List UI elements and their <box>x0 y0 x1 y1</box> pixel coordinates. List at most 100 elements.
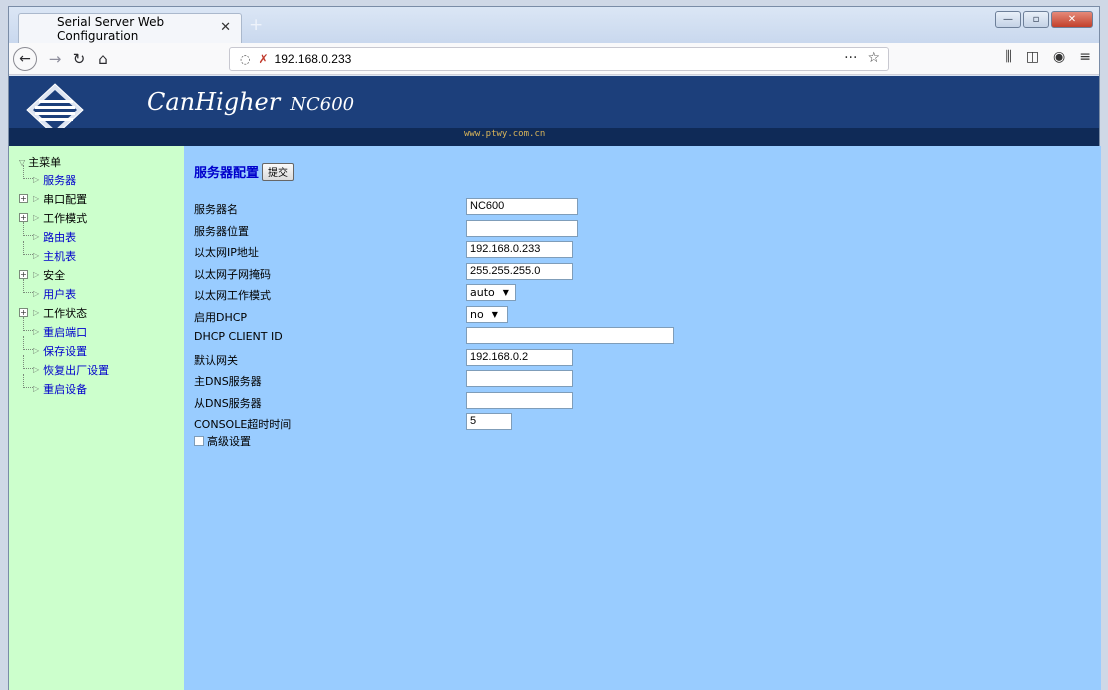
tab-close-icon[interactable]: ✕ <box>220 20 231 35</box>
account-icon[interactable]: ◉ <box>1053 49 1065 65</box>
field-input[interactable]: 192.168.0.233 <box>466 241 573 258</box>
field-label: 服务器位置 <box>194 224 249 238</box>
field-select[interactable]: auto ▼ <box>466 284 516 301</box>
tab-bar: Serial Server Web Configuration ✕ + — ▫ … <box>9 7 1099 43</box>
tree-connector <box>23 374 33 388</box>
shield-icon[interactable]: ◌ <box>240 52 250 66</box>
sidebar-item[interactable]: ▷ 恢复出厂设置 <box>9 355 184 379</box>
dropdown-arrow-icon[interactable]: ▼ <box>503 285 509 300</box>
insecure-lock-icon[interactable]: ✗ <box>258 52 268 66</box>
arrow-icon: ▷ <box>33 308 40 317</box>
arrow-icon: ▷ <box>33 232 40 241</box>
sidebar-item[interactable]: ▷ 服务器 <box>9 165 184 189</box>
arrow-icon: ▷ <box>33 384 40 393</box>
advanced-settings[interactable]: 高级设置 <box>194 433 251 449</box>
minimize-button[interactable]: — <box>995 11 1021 28</box>
arrow-icon: ▷ <box>33 251 40 260</box>
select-value: no <box>470 307 484 321</box>
sidebar-menu: ▽ 主菜单 ▷ 服务器 + ▷ 串口配置 + ▷ 工作模式 ▷ 路由表 ▷ 主机表 + ▷ 安全 ▷ 用户表 + ▷… <box>9 146 184 690</box>
brand-name: CanHigher <box>147 88 281 116</box>
sidebar-item-label[interactable]: 串口配置 <box>43 191 87 207</box>
field-input[interactable] <box>466 370 573 387</box>
sidebar-item-label[interactable]: 服务器 <box>43 172 76 188</box>
sidebar-item-label[interactable]: 路由表 <box>43 229 76 245</box>
url-bar[interactable]: ◌ ✗ 192.168.0.233 ··· ☆ <box>229 47 889 71</box>
field-input[interactable] <box>466 219 578 237</box>
sidebar-item[interactable]: ▷ 路由表 <box>9 222 184 246</box>
field-input[interactable] <box>466 327 674 344</box>
arrow-icon: ▷ <box>33 327 40 336</box>
tab-title: Serial Server Web Configuration <box>57 14 165 43</box>
bookmark-star-icon[interactable]: ☆ <box>867 50 880 66</box>
close-window-button[interactable]: ✕ <box>1051 11 1093 28</box>
heading-row: 服务器配置 提交 <box>194 162 295 181</box>
sidebar-item[interactable]: ▷ 重启端口 <box>9 317 184 341</box>
expand-icon[interactable]: + <box>19 213 28 222</box>
new-tab-button[interactable]: + <box>249 15 263 35</box>
sidebar-item-label[interactable]: 用户表 <box>43 286 76 302</box>
sidebar-item-label[interactable]: 工作状态 <box>43 305 87 321</box>
expand-icon[interactable]: + <box>19 270 28 279</box>
field-label: 服务器名 <box>194 203 238 216</box>
dropdown-arrow-icon[interactable]: ▼ <box>492 307 498 322</box>
arrow-icon: ▷ <box>33 365 40 374</box>
sidebar-item[interactable]: ▷ 保存设置 <box>9 336 184 360</box>
forward-button[interactable]: → <box>45 47 65 71</box>
menu-icon[interactable]: ≡ <box>1079 49 1091 65</box>
field-label: DHCP CLIENT ID <box>194 330 283 343</box>
home-button[interactable]: ⌂ <box>93 47 113 71</box>
arrow-icon: ▷ <box>33 270 40 279</box>
field-input[interactable]: 5 <box>466 413 512 430</box>
arrow-icon: ▷ <box>33 194 40 203</box>
sidebar-item[interactable]: ▷ 主机表 <box>9 241 184 265</box>
sidebar-item[interactable]: + ▷ 串口配置 <box>9 189 184 208</box>
brand-model: NC600 <box>290 94 355 115</box>
sidebar-item-label[interactable]: 安全 <box>43 267 65 283</box>
sidebar-item-label[interactable]: 重启设备 <box>43 381 87 397</box>
back-button[interactable]: ← <box>13 47 37 71</box>
tree-connector <box>23 165 33 179</box>
field-input[interactable]: 192.168.0.2 <box>466 348 573 366</box>
advanced-label: 高级设置 <box>207 435 251 448</box>
sidebar-item-label[interactable]: 重启端口 <box>43 324 87 340</box>
field-label: 以太网IP地址 <box>194 246 259 259</box>
url-text[interactable]: 192.168.0.233 <box>275 52 352 66</box>
submit-button[interactable]: 提交 <box>262 162 295 181</box>
site-url: www.ptwy.com.cn <box>464 129 546 139</box>
tree-connector <box>23 317 33 331</box>
field-input[interactable] <box>466 391 573 409</box>
browser-tab[interactable]: Serial Server Web Configuration ✕ <box>18 13 242 43</box>
field-label: 以太网工作模式 <box>194 289 271 302</box>
page-title: 服务器配置 <box>194 166 260 181</box>
field-select[interactable]: no ▼ <box>466 305 508 323</box>
select-value: auto <box>470 286 495 299</box>
advanced-checkbox[interactable] <box>194 436 204 446</box>
sidebar-item[interactable]: + ▷ 安全 <box>9 265 184 284</box>
expand-icon[interactable]: + <box>19 308 28 317</box>
page-actions-icon[interactable]: ··· <box>844 50 857 66</box>
expand-icon[interactable]: + <box>19 194 28 203</box>
sidebar-item-label[interactable]: 恢复出厂设置 <box>43 362 109 378</box>
reload-button[interactable]: ↻ <box>69 47 89 71</box>
field-label: 主DNS服务器 <box>194 375 262 388</box>
tree-connector <box>23 279 33 293</box>
window-controls: — ▫ ✕ <box>995 11 1093 28</box>
sidebar-item[interactable]: + ▷ 工作模式 <box>9 208 184 227</box>
menu-root[interactable]: ▽ 主菜单 <box>9 154 184 170</box>
field-label: 启用DHCP <box>194 310 248 324</box>
sidebar-item-label[interactable]: 主机表 <box>43 248 76 264</box>
sidebar-item-label[interactable]: 工作模式 <box>43 210 87 226</box>
maximize-button[interactable]: ▫ <box>1023 11 1049 28</box>
field-input[interactable]: NC600 <box>466 198 578 215</box>
sidebar-item-label[interactable]: 保存设置 <box>43 343 87 359</box>
library-icon[interactable]: ⫼ <box>1005 49 1011 65</box>
sidebar-toggle-icon[interactable]: ◫ <box>1026 49 1039 65</box>
sidebar-item[interactable]: + ▷ 工作状态 <box>9 303 184 322</box>
sidebar-item[interactable]: ▷ 用户表 <box>9 279 184 303</box>
tree-connector <box>23 241 33 255</box>
navigation-bar: ← → ↻ ⌂ ◌ ✗ 192.168.0.233 ··· ☆ ⫼ ◫ ◉ ≡ <box>9 43 1099 75</box>
tree-connector <box>23 355 33 369</box>
arrow-icon: ▷ <box>33 346 40 355</box>
field-input[interactable]: 255.255.255.0 <box>466 262 573 280</box>
sidebar-item[interactable]: ▷ 重启设备 <box>9 374 184 398</box>
